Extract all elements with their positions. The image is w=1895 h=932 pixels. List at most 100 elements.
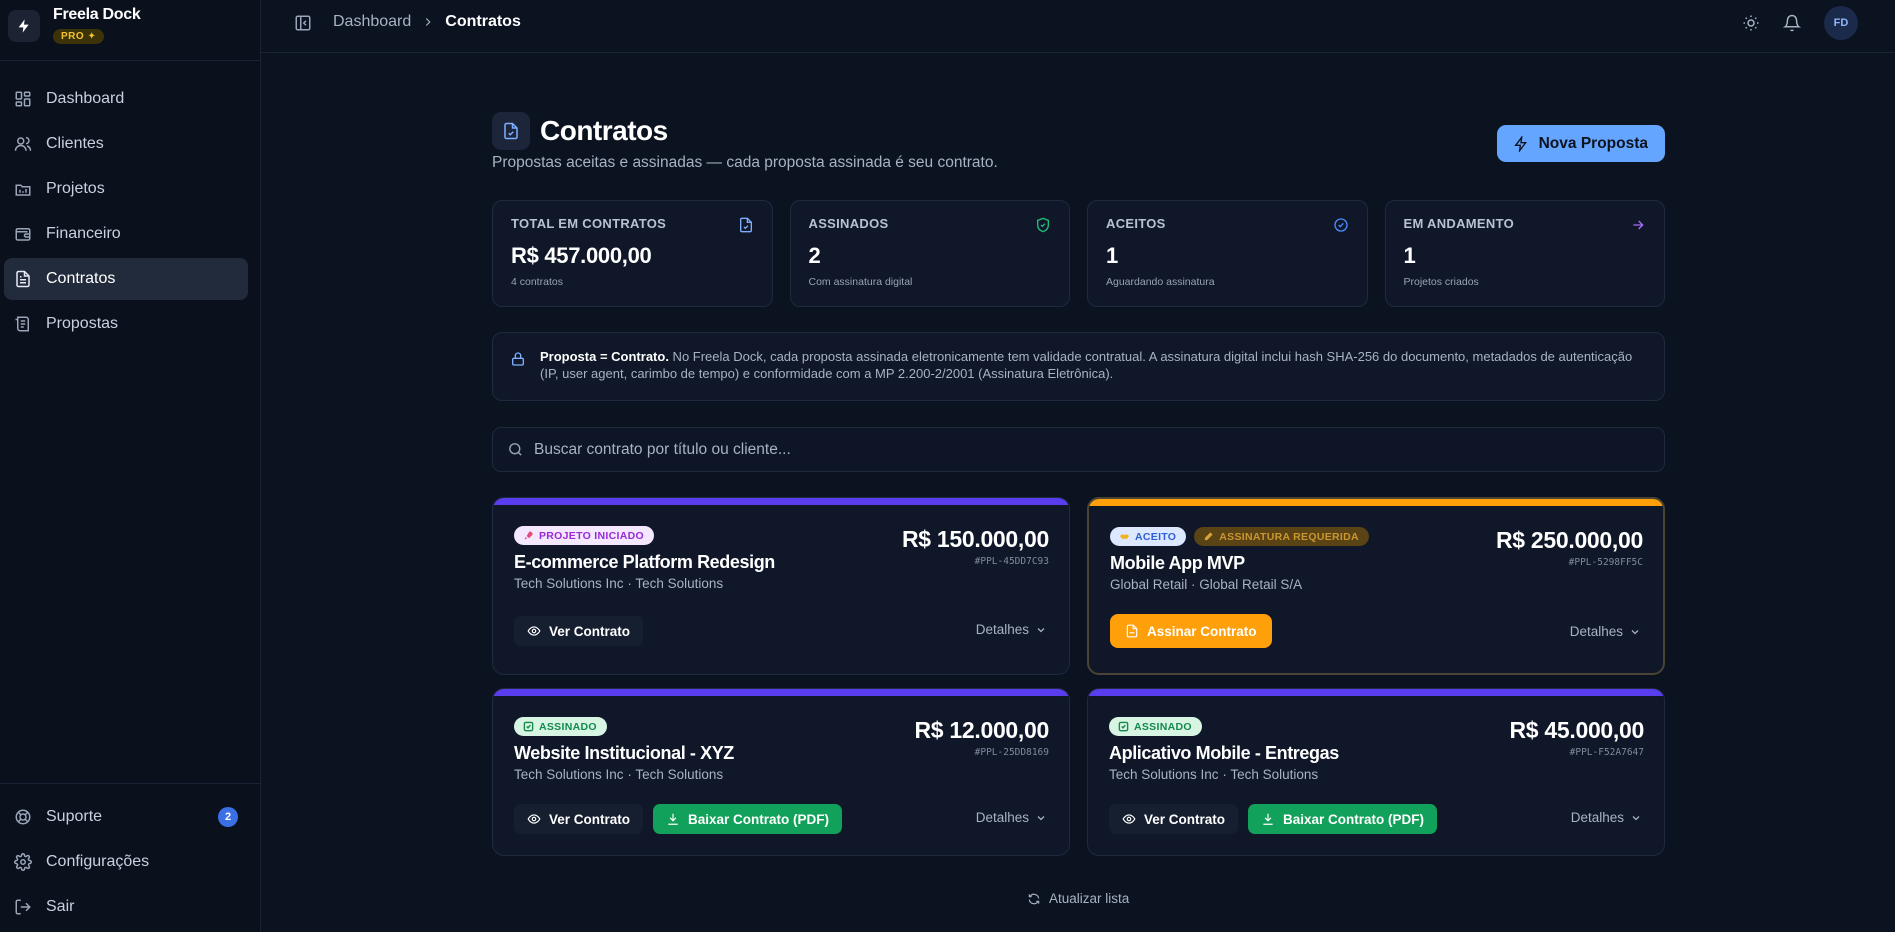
stat-value: 2	[808, 243, 821, 268]
view-contract-button[interactable]: Ver Contrato	[514, 616, 644, 646]
sidebar-item-suporte[interactable]: Suporte 2	[4, 796, 248, 838]
contract-id: #PPL-45DD7C93	[974, 556, 1049, 567]
contract-id: #PPL-25DD8169	[974, 747, 1049, 758]
contract-card: ASSINADO Aplicativo Mobile - Entregas Te…	[1087, 688, 1665, 856]
contract-client: Global Retail · Global Retail S/A	[1110, 577, 1303, 592]
sidebar-item-propostas[interactable]: Propostas	[4, 303, 248, 345]
stat-label: ACEITOS	[1106, 216, 1166, 231]
notice-text: No Freela Dock, cada proposta assinada e…	[540, 349, 1633, 381]
sidebar: Freela Dock PRO ✦ Dashboard Clientes Pro…	[0, 0, 261, 932]
stat-card-aceitos: ACEITOS 1 Aguardando assinatura	[1087, 200, 1368, 307]
arrow-right-icon	[1633, 220, 1644, 230]
details-toggle[interactable]: Detalhes	[976, 622, 1047, 637]
new-proposal-label: Nova Proposta	[1538, 134, 1648, 152]
badge-label: PROJETO INICIADO	[539, 529, 644, 542]
search-input[interactable]	[534, 440, 1634, 459]
sidebar-item-dashboard[interactable]: Dashboard	[4, 78, 248, 120]
card-actions: Assinar Contrato	[1110, 614, 1272, 648]
sidebar-item-sair[interactable]: Sair	[4, 886, 248, 928]
sidebar-item-label: Projetos	[46, 180, 105, 197]
breadcrumb-current: Contratos	[445, 13, 521, 30]
legal-notice: Proposta = Contrato. No Freela Dock, cad…	[492, 332, 1665, 401]
lightning-icon	[1513, 135, 1527, 152]
contract-amount: R$ 250.000,00	[1495, 527, 1643, 553]
shield-check-icon	[1037, 217, 1049, 233]
status-badge: ASSINADO	[1109, 717, 1202, 736]
chevron-down-icon	[1037, 815, 1045, 820]
brand[interactable]: Freela Dock PRO ✦	[8, 4, 141, 44]
card-status-bar	[493, 498, 1069, 505]
lifebuoy-icon	[15, 809, 31, 825]
topbar-actions: FD	[1742, 6, 1858, 40]
chevron-down-icon	[1037, 627, 1045, 632]
details-label: Detalhes	[975, 622, 1029, 637]
breadcrumb: Dashboard Contratos	[333, 13, 521, 31]
check-square-icon	[1118, 721, 1129, 732]
sidebar-item-projetos[interactable]: Projetos	[4, 168, 248, 210]
download-pdf-button[interactable]: Baixar Contrato (PDF)	[1248, 804, 1438, 834]
contract-id: #PPL-F52A7647	[1569, 747, 1644, 758]
badge-group: ASSINADO	[1109, 717, 1202, 736]
status-badge: PROJETO INICIADO	[514, 526, 654, 545]
document-check-icon	[739, 217, 752, 233]
view-contract-button[interactable]: Ver Contrato	[1109, 804, 1239, 834]
stat-subtext: Projetos criados	[1403, 276, 1479, 288]
contract-amount: R$ 150.000,00	[901, 526, 1049, 552]
eye-icon	[527, 814, 541, 824]
button-label: Ver Contrato	[549, 623, 631, 639]
stat-card-total: TOTAL EM CONTRATOS R$ 457.000,00 4 contr…	[492, 200, 773, 307]
card-actions: Ver Contrato Baixar Contrato (PDF)	[1109, 804, 1438, 834]
chevron-right-icon	[426, 18, 431, 26]
badge-label: ASSINADO	[1134, 720, 1192, 733]
contract-title: E-commerce Platform Redesign	[514, 552, 775, 572]
divider	[0, 60, 261, 61]
details-toggle[interactable]: Detalhes	[976, 810, 1047, 825]
contract-title: Website Institucional - XYZ	[514, 743, 734, 763]
sidebar-item-label: Propostas	[46, 315, 119, 332]
sidebar-item-contratos[interactable]: Contratos	[4, 258, 248, 300]
lightning-logo-icon	[8, 10, 40, 42]
sidebar-item-label: Configurações	[46, 853, 150, 870]
handshake-icon	[1119, 534, 1130, 540]
breadcrumb-dashboard-link[interactable]: Dashboard	[333, 13, 411, 31]
new-proposal-button[interactable]: Nova Proposta	[1496, 125, 1665, 162]
details-label: Detalhes	[1570, 810, 1624, 825]
sidebar-item-configuracoes[interactable]: Configurações	[4, 841, 248, 883]
page-subtitle: Propostas aceitas e assinadas — cada pro…	[492, 154, 998, 171]
check-square-icon	[523, 721, 534, 732]
card-status-bar	[1089, 499, 1663, 506]
download-icon	[1263, 813, 1273, 825]
badge-label: ASSINADO	[539, 720, 597, 733]
view-contract-button[interactable]: Ver Contrato	[514, 804, 644, 834]
status-badge: ACEITO	[1110, 527, 1187, 546]
sign-contract-button[interactable]: Assinar Contrato	[1110, 614, 1272, 648]
contract-title: Mobile App MVP	[1110, 553, 1245, 573]
chevron-down-icon	[1632, 815, 1640, 820]
refresh-icon	[1028, 893, 1040, 904]
search-bar	[492, 427, 1665, 472]
app-name: Freela Dock	[53, 6, 141, 23]
badge-label: ACEITO	[1135, 530, 1177, 543]
download-pdf-button[interactable]: Baixar Contrato (PDF)	[653, 804, 843, 834]
bell-icon[interactable]	[1783, 14, 1801, 32]
sidebar-item-clientes[interactable]: Clientes	[4, 123, 248, 165]
divider	[0, 783, 261, 784]
card-actions: Ver Contrato Baixar Contrato (PDF)	[514, 804, 843, 834]
check-circle-icon	[1333, 218, 1348, 232]
document-icon	[16, 270, 30, 288]
details-label: Detalhes	[1569, 624, 1623, 639]
details-toggle[interactable]: Detalhes	[1571, 810, 1642, 825]
notice-heading: Proposta = Contrato.	[540, 349, 669, 364]
sidebar-item-label: Financeiro	[46, 225, 121, 242]
details-toggle[interactable]: Detalhes	[1570, 624, 1641, 639]
stats-row: TOTAL EM CONTRATOS R$ 457.000,00 4 contr…	[492, 200, 1665, 307]
sidebar-item-financeiro[interactable]: Financeiro	[4, 213, 248, 255]
download-icon	[668, 813, 678, 825]
refresh-list-button[interactable]: Atualizar lista	[1027, 891, 1129, 906]
sidebar-item-label: Suporte	[46, 808, 103, 825]
user-avatar[interactable]: FD	[1824, 6, 1858, 40]
stat-value: R$ 457.000,00	[511, 243, 652, 268]
sidebar-toggle-icon[interactable]	[294, 14, 312, 32]
sun-icon[interactable]	[1742, 14, 1760, 32]
sidebar-item-label: Dashboard	[46, 90, 125, 107]
